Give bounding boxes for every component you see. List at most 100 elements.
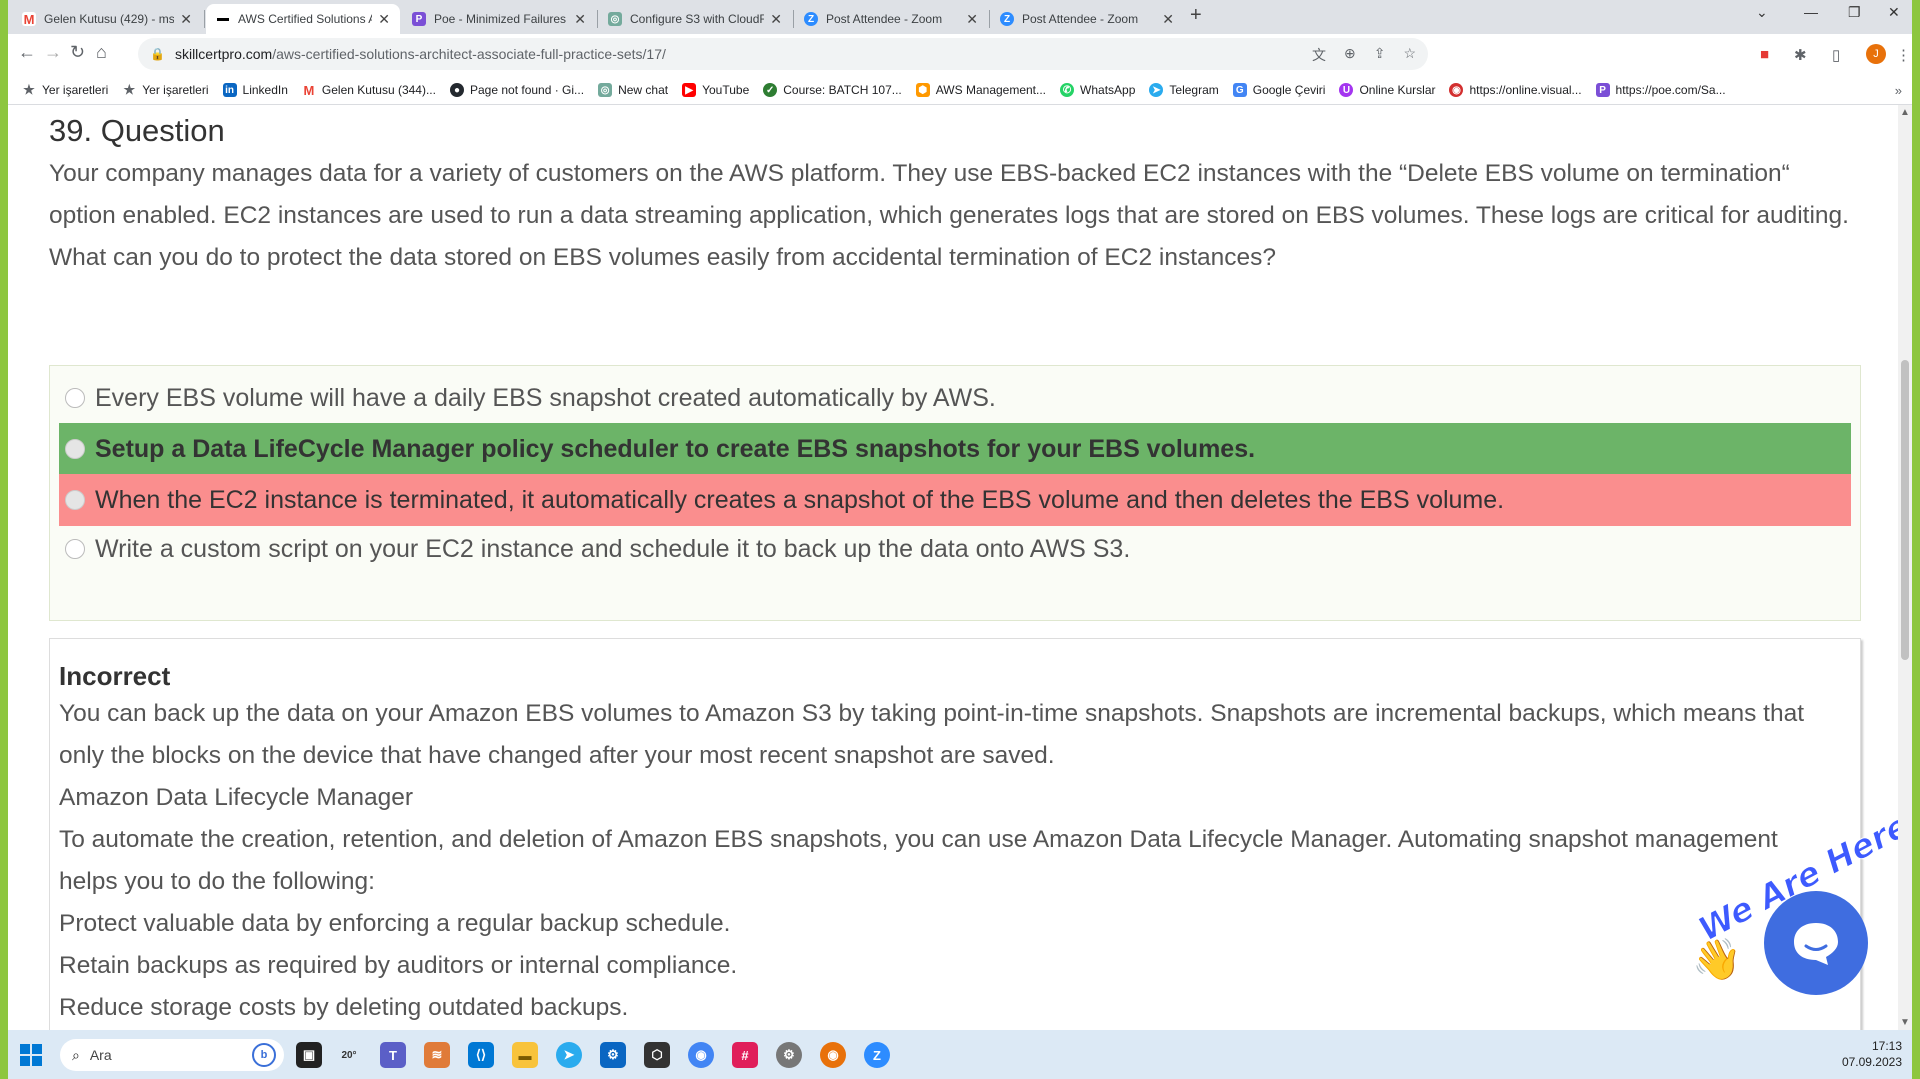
close-icon[interactable]: ✕ — [574, 11, 586, 28]
poe-icon: P — [1595, 83, 1610, 97]
close-icon[interactable]: ✕ — [770, 11, 782, 28]
tab-zoom-1[interactable]: Z Post Attendee - Zoom ✕ — [794, 4, 988, 34]
bookmark-item[interactable]: Phttps://poe.com/Sa... — [1595, 83, 1726, 97]
app-stack-icon[interactable]: ≋ — [424, 1042, 450, 1068]
new-tab-button[interactable]: + — [1190, 4, 1202, 27]
close-icon[interactable]: ✕ — [378, 11, 390, 28]
browser-window: M Gelen Kutusu (429) - msukrualev ✕ AWS … — [8, 0, 1912, 1030]
question-prompt: What can you do to protect the data stor… — [49, 244, 1277, 271]
url-host: skillcertpro.com — [174, 46, 273, 62]
box-app-icon[interactable]: ⬡ — [644, 1042, 670, 1068]
bookmark-item[interactable]: ⬢ AWS Management... — [915, 83, 1046, 97]
tab-search-icon[interactable]: ⌄ — [1756, 4, 1768, 21]
tab-title: Post Attendee - Zoom — [1022, 12, 1139, 26]
chrome-profile-icon[interactable]: ◉ — [820, 1042, 846, 1068]
bookmark-item[interactable]: ✆ WhatsApp — [1060, 83, 1135, 97]
scroll-thumb[interactable] — [1901, 360, 1909, 660]
bookmark-item[interactable]: ◉ https://online.visual... — [1449, 83, 1582, 97]
bookmark-item[interactable]: G Google Çeviri — [1232, 83, 1325, 97]
scroll-down-icon[interactable]: ▼ — [1900, 1017, 1910, 1028]
windows-start-icon[interactable] — [20, 1044, 42, 1066]
radio-button[interactable] — [65, 490, 85, 510]
gmail-icon: M — [22, 11, 36, 27]
bing-icon[interactable]: b — [252, 1043, 276, 1067]
close-window-button[interactable]: ✕ — [1888, 4, 1900, 21]
translate-icon: G — [1232, 83, 1247, 97]
radio-button[interactable] — [65, 539, 85, 559]
answer-option[interactable]: Write a custom script on your EC2 instan… — [59, 523, 1851, 575]
zoom-icon[interactable]: ⊕ — [1344, 45, 1356, 65]
chat-open-button[interactable] — [1764, 891, 1868, 995]
question-text: Your company manages data for a variety … — [49, 153, 1859, 279]
answer-option-wrong[interactable]: When the EC2 instance is terminated, it … — [59, 474, 1851, 526]
telegram-icon: ➤ — [1149, 83, 1164, 97]
bookmark-star-icon[interactable]: ☆ — [1403, 45, 1416, 65]
bookmark-item[interactable]: ★ Yer işaretleri — [22, 82, 108, 97]
taskbar-search-input[interactable]: ⌕ Ara b — [60, 1039, 284, 1071]
tab-skillcertpro[interactable]: AWS Certified Solutions Architect ✕ — [206, 4, 400, 34]
bookmark-item[interactable]: U Online Kurslar — [1339, 83, 1435, 97]
radio-button[interactable] — [65, 439, 85, 459]
lock-icon[interactable]: 🔒 — [150, 47, 165, 61]
extension-color-icon[interactable]: ■ — [1760, 46, 1769, 63]
bookmark-item[interactable]: ➤ Telegram — [1149, 83, 1219, 97]
tab-openai[interactable]: ◎ Configure S3 with CloudFront (C ✕ — [598, 4, 792, 34]
tab-gmail[interactable]: M Gelen Kutusu (429) - msukrualev ✕ — [12, 4, 202, 34]
linkedin-icon: in — [222, 83, 237, 97]
minimize-button[interactable]: — — [1804, 4, 1818, 20]
chrome-icon[interactable]: ◉ — [688, 1042, 714, 1068]
bookmark-item[interactable]: ● Page not found · Gi... — [449, 83, 584, 97]
task-view-icon[interactable]: ▣ — [296, 1042, 322, 1068]
page-scrollbar[interactable]: ▲ ▼ — [1898, 105, 1912, 1030]
zoom-icon[interactable]: Z — [864, 1042, 890, 1068]
search-icon: ⌕ — [72, 1046, 80, 1063]
bookmark-item[interactable]: in LinkedIn — [222, 83, 288, 97]
forward-arrow-icon[interactable]: → — [44, 42, 62, 63]
explanation-line: You can back up the data on your Amazon … — [59, 700, 1805, 769]
course-icon: ✓ — [763, 83, 778, 97]
maximize-button[interactable]: ❐ — [1848, 4, 1861, 21]
home-icon[interactable]: ⌂ — [96, 42, 107, 63]
share-icon[interactable]: ⇪ — [1374, 45, 1386, 65]
bookmark-label: Telegram — [1169, 83, 1219, 97]
address-bar[interactable]: 🔒 skillcertpro.com/aws-certified-solutio… — [138, 38, 1428, 70]
weather-widget[interactable]: 20° — [336, 1042, 362, 1068]
reload-icon[interactable]: ↻ — [70, 42, 85, 63]
back-arrow-icon[interactable]: ← — [18, 42, 36, 63]
bookmark-item[interactable]: ✓ Course: BATCH 107... — [763, 83, 902, 97]
bookmark-item[interactable]: M Gelen Kutusu (344)... — [302, 83, 436, 98]
tab-poe[interactable]: P Poe - Minimized Failures ✕ — [402, 4, 596, 34]
vscode-icon[interactable]: ⟨⟩ — [468, 1042, 494, 1068]
bookmark-item[interactable]: ★ Yer işaretleri — [122, 82, 208, 97]
close-icon[interactable]: ✕ — [180, 11, 192, 28]
radio-button[interactable] — [65, 388, 85, 408]
skillcertpro-icon — [216, 12, 230, 26]
profile-avatar[interactable]: J — [1866, 44, 1886, 64]
star-icon: ★ — [23, 82, 35, 97]
browser-toolbar: ← → ↻ ⌂ 🔒 skillcertpro.com/aws-certified… — [8, 34, 1912, 76]
side-panel-icon[interactable]: ▯ — [1832, 46, 1840, 64]
file-explorer-icon[interactable]: ▬ — [512, 1042, 538, 1068]
url-path: /aws-certified-solutions-architect-assoc… — [272, 46, 666, 62]
answer-option[interactable]: Every EBS volume will have a daily EBS s… — [59, 372, 1851, 424]
bookmark-item[interactable]: ◎ New chat — [598, 83, 668, 97]
explanation-line: Amazon Data Lifecycle Manager — [59, 784, 414, 811]
settings-gear-icon[interactable]: ⚙ — [776, 1042, 802, 1068]
scroll-up-icon[interactable]: ▲ — [1900, 107, 1910, 118]
answer-option-correct[interactable]: Setup a Data LifeCycle Manager policy sc… — [59, 423, 1851, 475]
bookmark-item[interactable]: ▶ YouTube — [682, 83, 749, 97]
close-icon[interactable]: ✕ — [966, 11, 978, 28]
system-clock[interactable]: 17:13 07.09.2023 — [1842, 1038, 1902, 1070]
slack-icon[interactable]: # — [732, 1042, 758, 1068]
chat-widget[interactable]: We Are Here! 👋 — [1691, 798, 1912, 1010]
tab-zoom-2[interactable]: Z Post Attendee - Zoom ✕ — [990, 4, 1184, 34]
extensions-puzzle-icon[interactable]: ✱ — [1794, 46, 1807, 64]
translate-icon[interactable]: 文 — [1312, 45, 1326, 65]
network-app-icon[interactable]: ⚙ — [600, 1042, 626, 1068]
openai-icon: ◎ — [598, 83, 613, 97]
menu-kebab-icon[interactable]: ⋮ — [1896, 46, 1911, 64]
teams-icon[interactable]: T — [380, 1042, 406, 1068]
telegram-icon[interactable]: ➤ — [556, 1042, 582, 1068]
close-icon[interactable]: ✕ — [1162, 11, 1174, 28]
bookmarks-overflow-icon[interactable]: » — [1895, 83, 1902, 98]
